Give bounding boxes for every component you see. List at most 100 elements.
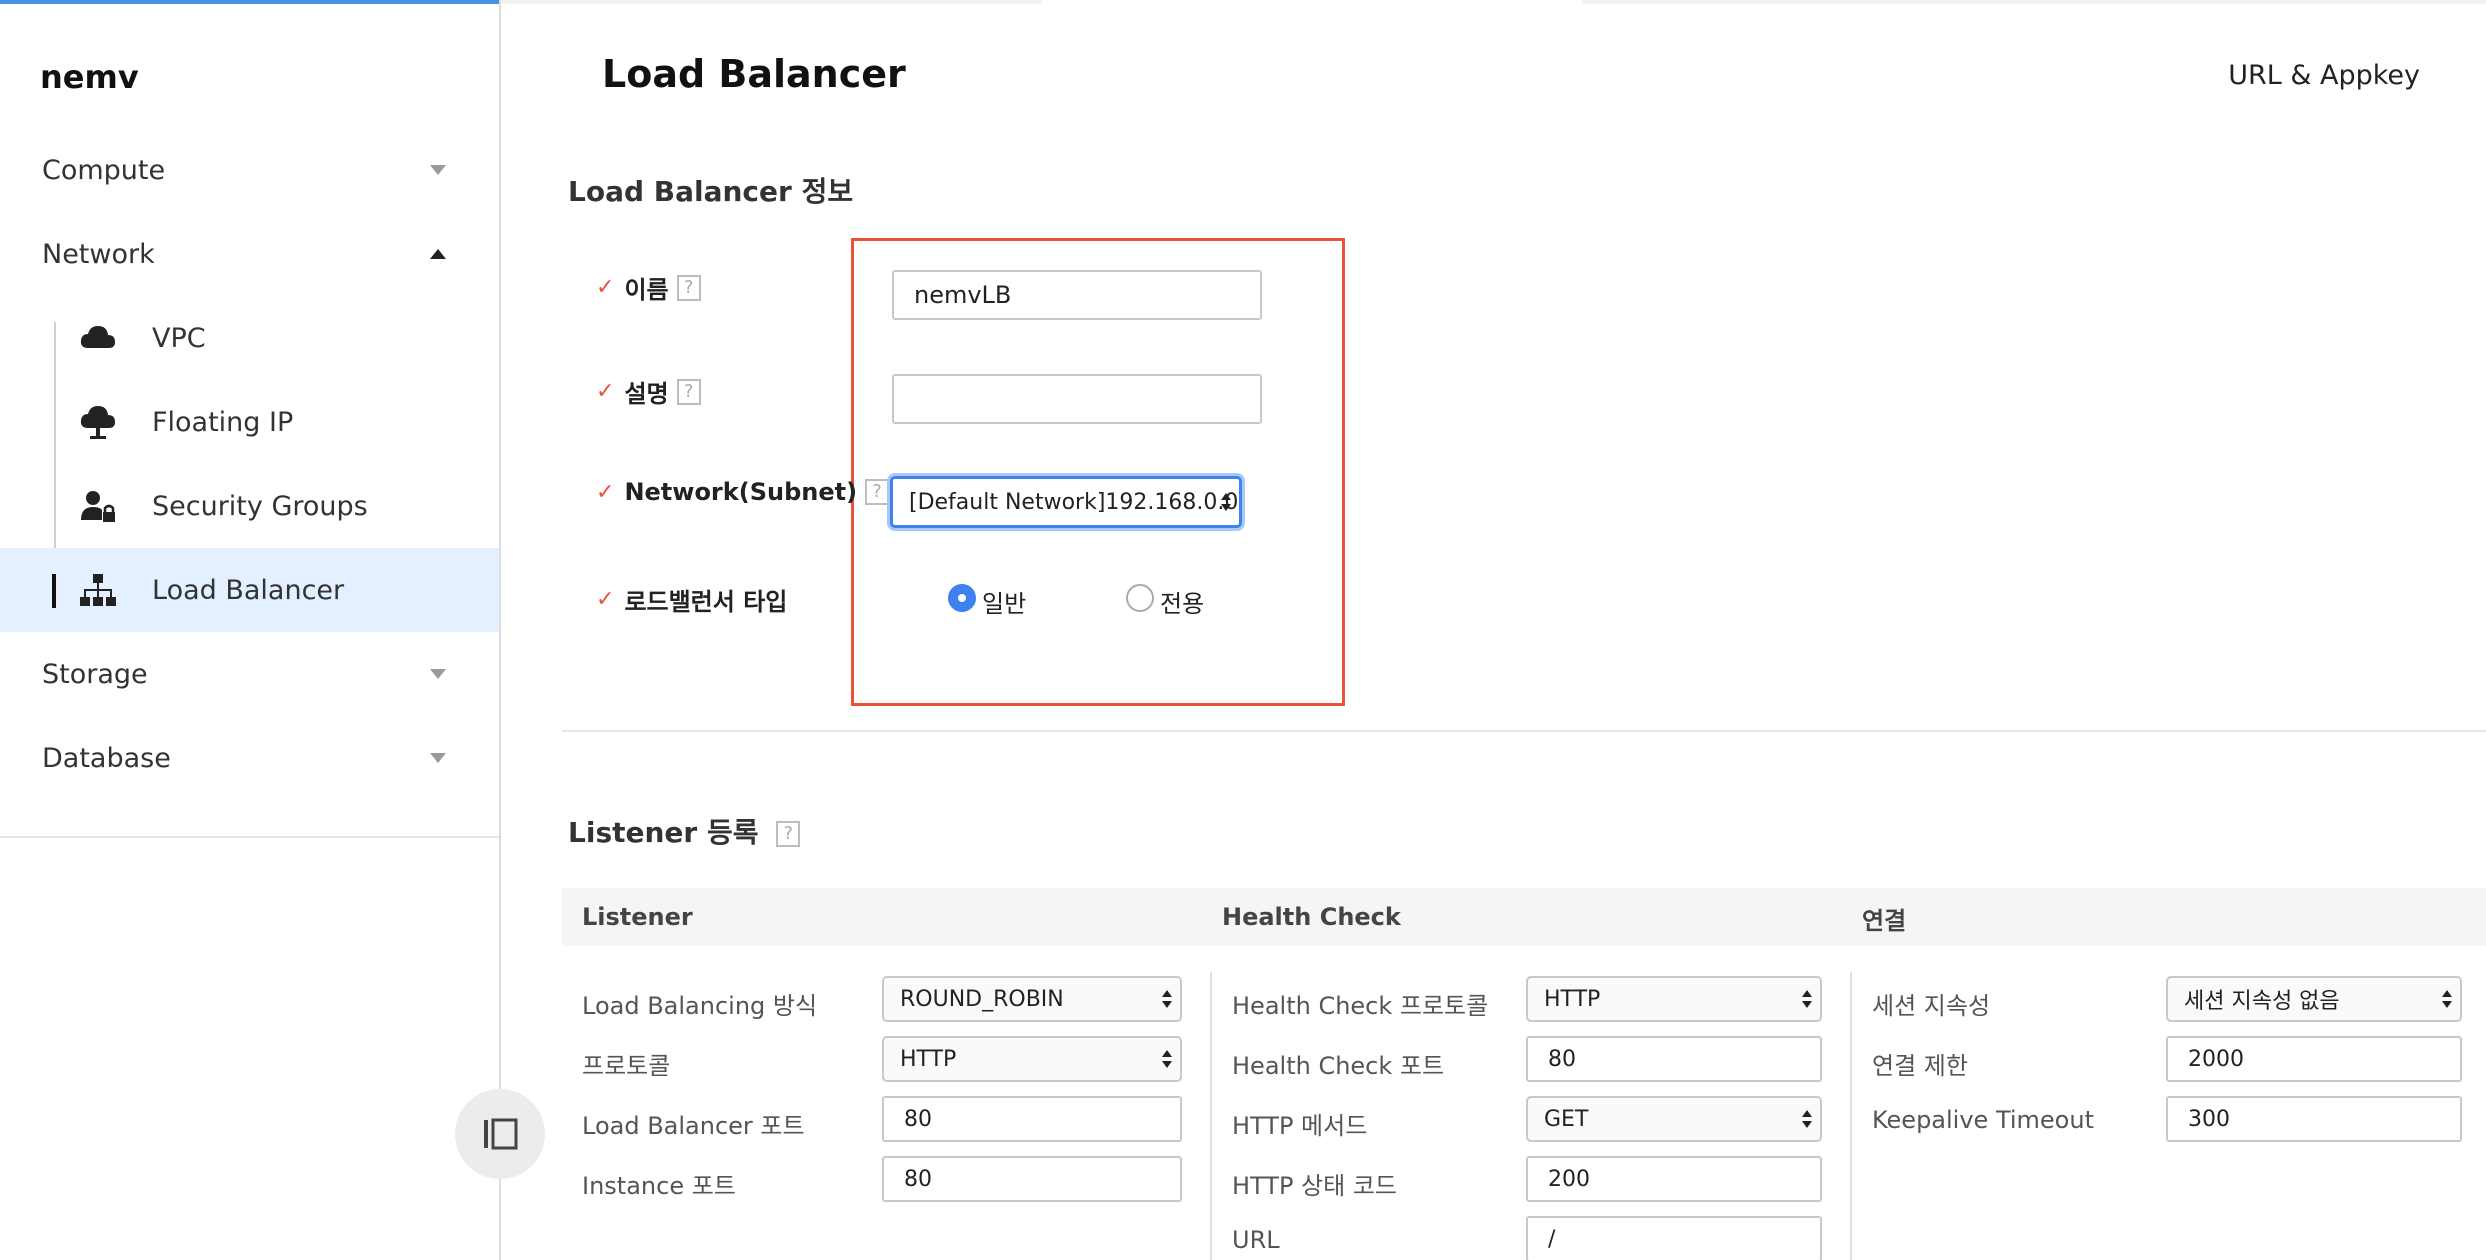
field-label: Load Balancing 방식 xyxy=(582,992,818,1020)
required-check-icon: ✓ xyxy=(596,379,615,404)
help-icon[interactable]: ? xyxy=(676,274,701,301)
field-label: URL xyxy=(1232,1226,1280,1254)
page-title: Load Balancer xyxy=(602,52,906,96)
select-arrows-icon xyxy=(1802,989,1812,1009)
chevron-down-icon xyxy=(430,165,446,175)
health-check-port-input[interactable]: 80 xyxy=(1526,1036,1822,1082)
field-label: HTTP 메서드 xyxy=(1232,1112,1368,1140)
field-label: Load Balancer 포트 xyxy=(582,1112,805,1140)
description-input[interactable] xyxy=(892,374,1262,424)
help-icon[interactable]: ? xyxy=(865,479,890,505)
sidebar-menu-label: Storage xyxy=(42,658,148,690)
sitemap-icon xyxy=(80,574,116,606)
sidebar-item-floating-ip[interactable]: Floating IP xyxy=(0,380,499,464)
sidebar-item-load-balancer[interactable]: Load Balancer xyxy=(0,548,499,632)
protocol-select[interactable]: HTTP xyxy=(882,1036,1182,1082)
column-divider xyxy=(1850,972,1852,1260)
field-label: 세션 지속성 xyxy=(1872,992,1991,1020)
label-text: 설명 xyxy=(624,380,669,408)
sidebar-item-label: Floating IP xyxy=(152,406,294,438)
radio-dedicated[interactable] xyxy=(1126,584,1154,612)
sidebar-menu-label: Network xyxy=(42,238,155,270)
help-icon[interactable]: ? xyxy=(776,821,801,847)
connection-limit-input[interactable]: 2000 xyxy=(2166,1036,2462,1082)
select-value: [Default Network]192.168.0.0 xyxy=(909,489,1239,515)
select-arrows-icon xyxy=(2442,989,2452,1009)
radio-general[interactable] xyxy=(948,584,976,612)
select-arrows-icon xyxy=(1221,492,1231,512)
http-method-select[interactable]: GET xyxy=(1526,1096,1822,1142)
sidebar: nemv Compute Network VPC Floating IP Sec… xyxy=(0,0,501,1260)
sidebar-item-label: VPC xyxy=(152,322,206,354)
brand-title: nemv xyxy=(40,58,139,96)
sidebar-item-label: Security Groups xyxy=(152,490,368,522)
chevron-down-icon xyxy=(430,669,446,679)
section-title-listener: Listener 등록 ? xyxy=(568,811,801,851)
radio-dedicated-label: 전용 xyxy=(1160,590,1205,618)
column-header-connection: 연결 xyxy=(1862,907,1907,935)
load-balancing-method-select[interactable]: ROUND_ROBIN xyxy=(882,976,1182,1022)
sidebar-menu-storage[interactable]: Storage xyxy=(0,632,499,716)
chevron-up-icon xyxy=(430,249,446,259)
field-label: HTTP 상태 코드 xyxy=(1232,1172,1397,1200)
cloud-upload-icon xyxy=(80,406,115,439)
select-value: HTTP xyxy=(1544,986,1601,1012)
keepalive-timeout-input[interactable]: 300 xyxy=(2166,1096,2462,1142)
url-appkey-link[interactable]: URL & Appkey xyxy=(2228,60,2420,91)
section-title-lb-info: Load Balancer 정보 xyxy=(568,175,854,208)
sidebar-menu-compute[interactable]: Compute xyxy=(0,128,499,212)
select-arrows-icon xyxy=(1802,1109,1812,1129)
select-value: HTTP xyxy=(900,1046,957,1072)
select-value: 세션 지속성 없음 xyxy=(2184,989,2340,1014)
network-subnet-select[interactable]: [Default Network]192.168.0.0 xyxy=(890,476,1242,528)
sidebar-menu-network[interactable]: Network xyxy=(0,212,499,296)
user-lock-icon xyxy=(81,491,115,522)
label-text: 로드밸런서 타입 xyxy=(624,588,788,616)
name-input[interactable]: nemvLB xyxy=(892,270,1262,320)
section-divider xyxy=(562,730,2486,732)
select-arrows-icon xyxy=(1162,1049,1172,1069)
instance-port-input[interactable]: 80 xyxy=(882,1156,1182,1202)
listener-table-header xyxy=(562,888,2486,946)
name-field-label: ✓ 이름 ? xyxy=(596,270,701,305)
required-check-icon: ✓ xyxy=(596,587,615,612)
network-field-label: ✓ Network(Subnet) ? xyxy=(596,478,890,506)
lb-port-input[interactable]: 80 xyxy=(882,1096,1182,1142)
required-check-icon: ✓ xyxy=(596,479,615,505)
field-label: Health Check 포트 xyxy=(1232,1052,1445,1080)
help-icon[interactable]: ? xyxy=(676,378,701,405)
active-indicator xyxy=(52,574,56,608)
column-header-health-check: Health Check xyxy=(1222,903,1401,931)
label-text: Network(Subnet) xyxy=(624,478,858,506)
sidebar-collapse-button[interactable] xyxy=(455,1089,545,1179)
select-value: GET xyxy=(1544,1106,1589,1132)
sidebar-item-security-groups[interactable]: Security Groups xyxy=(0,464,499,548)
field-label: 연결 제한 xyxy=(1872,1052,1968,1080)
url-input[interactable]: / xyxy=(1526,1216,1822,1260)
select-arrows-icon xyxy=(1162,989,1172,1009)
sidebar-menu-label: Compute xyxy=(42,154,166,186)
field-label: Health Check 프로토콜 xyxy=(1232,992,1489,1020)
sidebar-divider xyxy=(0,836,499,838)
lb-type-field-label: ✓ 로드밸런서 타입 xyxy=(596,582,787,617)
label-text: 이름 xyxy=(624,276,669,304)
cloud-icon xyxy=(80,326,115,348)
description-field-label: ✓ 설명 ? xyxy=(596,374,701,409)
http-status-code-input[interactable]: 200 xyxy=(1526,1156,1822,1202)
column-header-listener: Listener xyxy=(582,903,693,931)
health-check-protocol-select[interactable]: HTTP xyxy=(1526,976,1822,1022)
section-title-text: Listener 등록 xyxy=(568,816,759,849)
field-label: 프로토콜 xyxy=(582,1052,671,1080)
sidebar-menu-label: Database xyxy=(42,742,171,774)
sidebar-item-vpc[interactable]: VPC xyxy=(0,296,499,380)
sidebar-item-label: Load Balancer xyxy=(152,574,345,606)
field-label: Instance 포트 xyxy=(582,1172,736,1200)
field-label: Keepalive Timeout xyxy=(1872,1106,2094,1134)
select-value: ROUND_ROBIN xyxy=(900,986,1064,1012)
required-check-icon: ✓ xyxy=(596,275,615,300)
sidebar-toggle-icon xyxy=(484,1118,518,1150)
session-persistence-select[interactable]: 세션 지속성 없음 xyxy=(2166,976,2462,1022)
radio-general-label: 일반 xyxy=(982,590,1027,618)
top-strip-gap xyxy=(1042,0,1582,4)
sidebar-menu-database[interactable]: Database xyxy=(0,716,499,800)
